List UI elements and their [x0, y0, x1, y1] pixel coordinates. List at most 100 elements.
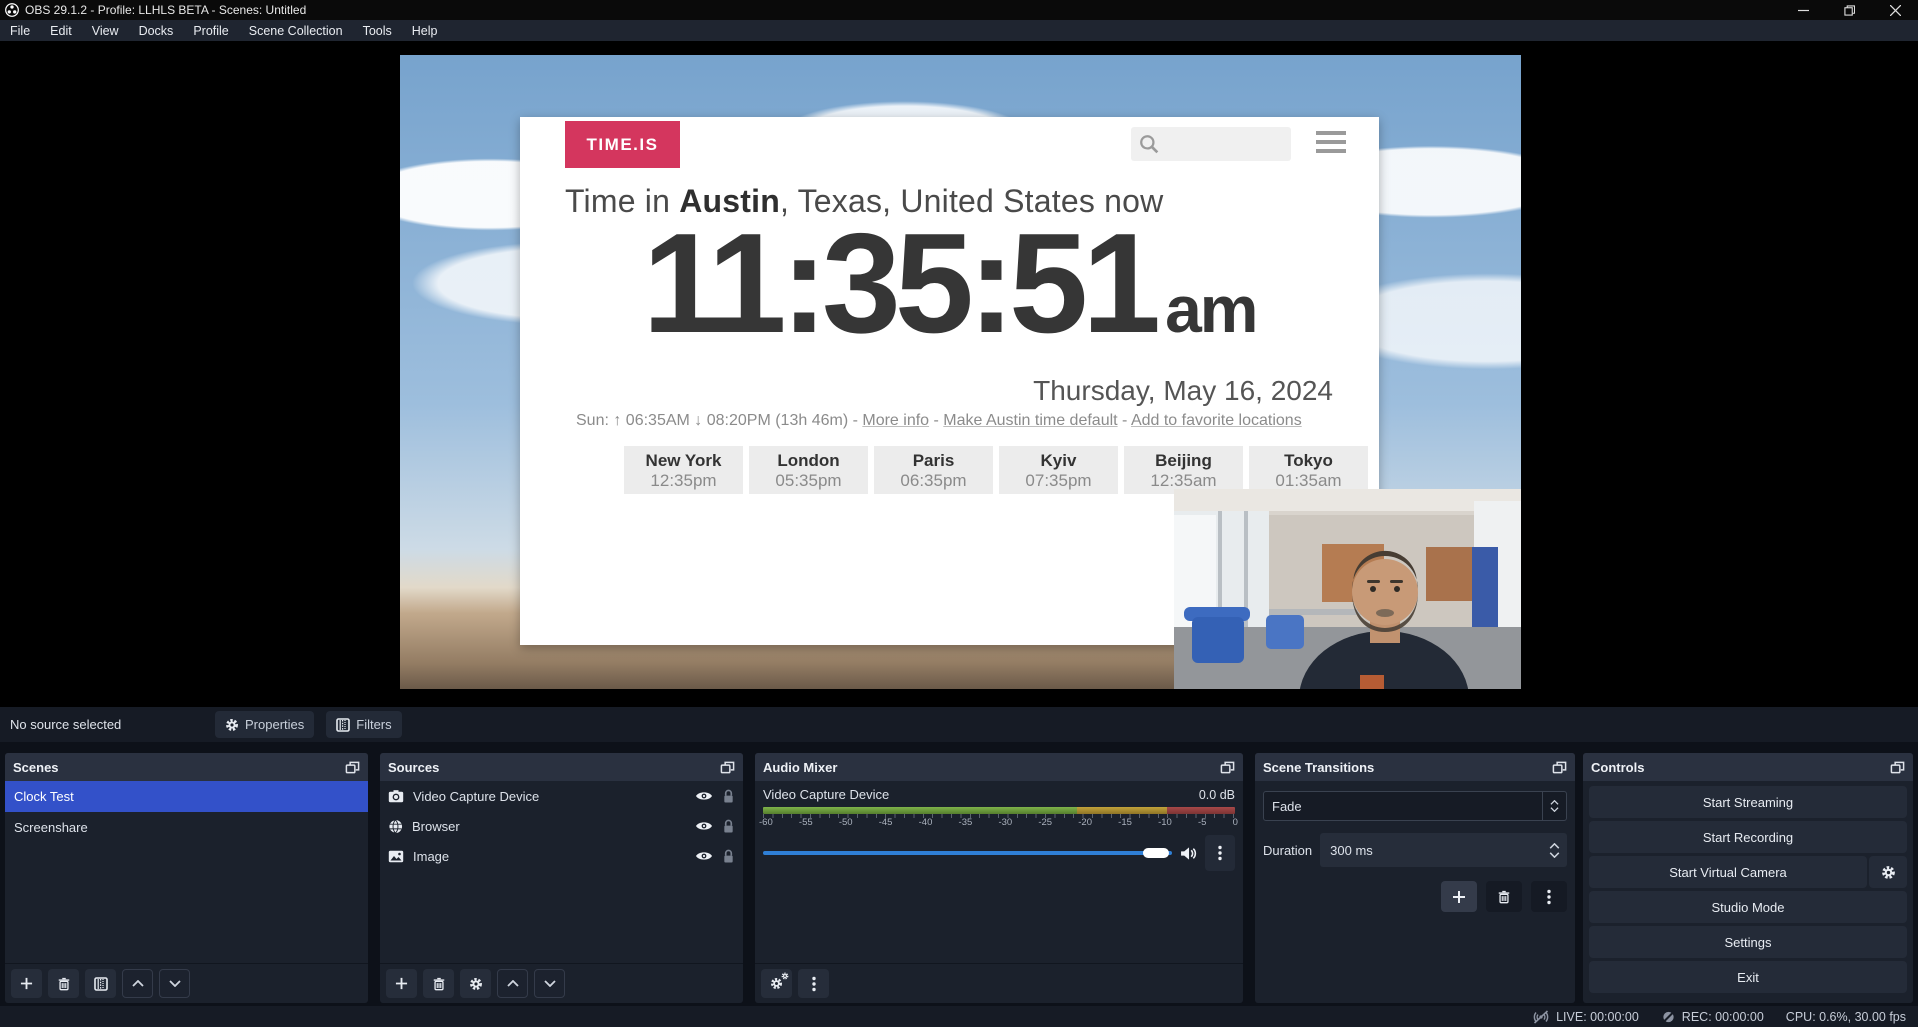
- duration-value: 300 ms: [1320, 843, 1541, 858]
- scene-item-clock-test[interactable]: Clock Test: [5, 781, 368, 812]
- menu-view[interactable]: View: [82, 20, 129, 41]
- start-virtual-camera-button[interactable]: Start Virtual Camera: [1589, 856, 1867, 888]
- gear-icon: [225, 718, 239, 732]
- city-card: Tokyo01:35am: [1249, 446, 1368, 494]
- start-recording-button[interactable]: Start Recording: [1589, 821, 1907, 853]
- visibility-eye-icon[interactable]: [695, 820, 713, 832]
- timeis-clock: 11:35:51 am: [520, 213, 1379, 355]
- mixer-options-button[interactable]: [798, 969, 829, 998]
- menu-file[interactable]: File: [0, 20, 40, 41]
- preview-area: TIME.IS Time in Austin, Texas, United St…: [0, 41, 1918, 707]
- menu-tools[interactable]: Tools: [353, 20, 402, 41]
- transition-options-button[interactable]: [1531, 881, 1567, 912]
- city-card: Paris06:35pm: [874, 446, 993, 494]
- dropdown-chevrons-icon: [1542, 792, 1566, 820]
- hamburger-menu-icon: [1316, 131, 1346, 153]
- popout-icon[interactable]: [1552, 760, 1567, 775]
- settings-button[interactable]: Settings: [1589, 926, 1907, 958]
- popout-icon[interactable]: [720, 760, 735, 775]
- speaker-icon[interactable]: [1180, 846, 1197, 861]
- timeis-logo: TIME.IS: [565, 121, 680, 168]
- more-info-link: More info: [862, 412, 929, 429]
- menu-edit[interactable]: Edit: [40, 20, 82, 41]
- start-streaming-button[interactable]: Start Streaming: [1589, 786, 1907, 818]
- source-row-image[interactable]: Image: [380, 841, 743, 871]
- preview-canvas[interactable]: TIME.IS Time in Austin, Texas, United St…: [400, 55, 1521, 689]
- spin-up-icon[interactable]: [1549, 843, 1560, 849]
- controls-panel-title: Controls: [1591, 760, 1644, 775]
- city-card: London05:35pm: [749, 446, 868, 494]
- meter-scale: -60-55-50-45-40-35-30-25-20-15-10-50: [763, 814, 1235, 829]
- menu-profile[interactable]: Profile: [183, 20, 238, 41]
- channel-options-button[interactable]: [1205, 835, 1235, 871]
- source-row-browser[interactable]: Browser: [380, 811, 743, 841]
- duration-spinbox[interactable]: 300 ms: [1320, 833, 1567, 867]
- selected-source-toolbar: No source selected Properties Filters: [0, 707, 1918, 742]
- menu-scene-collection[interactable]: Scene Collection: [239, 20, 353, 41]
- remove-transition-button[interactable]: [1486, 881, 1522, 912]
- image-icon: [388, 850, 404, 863]
- timeis-city-times: New York12:35pm London05:35pm Paris06:35…: [624, 446, 1368, 494]
- visibility-eye-icon[interactable]: [695, 790, 713, 802]
- mixer-channel-name: Video Capture Device: [763, 787, 889, 802]
- exit-button[interactable]: Exit: [1589, 961, 1907, 993]
- add-source-button[interactable]: [386, 969, 417, 998]
- popout-icon[interactable]: [1890, 760, 1905, 775]
- spin-down-icon[interactable]: [1549, 852, 1560, 858]
- menu-help[interactable]: Help: [402, 20, 448, 41]
- close-button[interactable]: [1872, 0, 1918, 20]
- visibility-eye-icon[interactable]: [695, 850, 713, 862]
- no-source-status: No source selected: [10, 717, 215, 732]
- scenes-panel-title: Scenes: [13, 760, 59, 775]
- popout-icon[interactable]: [345, 760, 360, 775]
- restore-button[interactable]: [1826, 0, 1872, 20]
- volume-slider-handle[interactable]: [1143, 848, 1169, 858]
- minimize-button[interactable]: [1780, 0, 1826, 20]
- source-row-video-capture[interactable]: Video Capture Device: [380, 781, 743, 811]
- scene-item-screenshare[interactable]: Screenshare: [5, 812, 368, 843]
- controls-panel: Controls Start Streaming Start Recording…: [1583, 753, 1913, 1003]
- timeis-date: Thursday, May 16, 2024: [1033, 375, 1333, 407]
- scene-move-down-button[interactable]: [159, 969, 190, 998]
- popout-icon[interactable]: [1220, 760, 1235, 775]
- lock-icon[interactable]: [722, 849, 735, 864]
- volume-slider[interactable]: [763, 842, 1172, 864]
- window-title: OBS 29.1.2 - Profile: LLHLS BETA - Scene…: [25, 3, 306, 17]
- remove-scene-button[interactable]: [48, 969, 79, 998]
- globe-icon: [388, 819, 403, 834]
- camera-icon: [388, 790, 404, 803]
- sources-panel-title: Sources: [388, 760, 439, 775]
- scenes-panel: Scenes Clock Test Screenshare: [5, 753, 368, 1003]
- clock-time: 11:35:51: [643, 213, 1156, 355]
- mixer-level-db: 0.0 dB: [1199, 788, 1235, 802]
- add-transition-button[interactable]: [1441, 881, 1477, 912]
- audio-level-meter: [763, 807, 1235, 814]
- advanced-audio-button[interactable]: [761, 969, 792, 998]
- cpu-fps-stats: CPU: 0.6%, 30.00 fps: [1786, 1010, 1906, 1024]
- source-properties-button[interactable]: [460, 969, 491, 998]
- source-move-down-button[interactable]: [534, 969, 565, 998]
- menu-docks[interactable]: Docks: [129, 20, 184, 41]
- lock-icon[interactable]: [722, 789, 735, 804]
- status-bar: LIVE: 00:00:00 REC: 00:00:00 CPU: 0.6%, …: [0, 1006, 1918, 1027]
- rec-dot-icon: [1661, 1010, 1676, 1024]
- scene-transitions-panel: Scene Transitions Fade Duration 300 ms: [1255, 753, 1575, 1003]
- title-bar: OBS 29.1.2 - Profile: LLHLS BETA - Scene…: [0, 0, 1918, 20]
- lock-icon[interactable]: [722, 819, 735, 834]
- add-scene-button[interactable]: [11, 969, 42, 998]
- rec-timer: REC: 00:00:00: [1682, 1010, 1764, 1024]
- virtual-camera-config-button[interactable]: [1869, 856, 1907, 888]
- audio-mixer-title: Audio Mixer: [763, 760, 837, 775]
- transition-dropdown[interactable]: Fade: [1263, 791, 1567, 821]
- filters-button[interactable]: Filters: [326, 711, 401, 738]
- source-move-up-button[interactable]: [497, 969, 528, 998]
- remove-source-button[interactable]: [423, 969, 454, 998]
- webcam-source: [1174, 489, 1521, 689]
- scene-move-up-button[interactable]: [122, 969, 153, 998]
- studio-mode-button[interactable]: Studio Mode: [1589, 891, 1907, 923]
- add-favorite-link: Add to favorite locations: [1131, 412, 1302, 429]
- properties-button[interactable]: Properties: [215, 711, 314, 738]
- scene-filters-button[interactable]: [85, 969, 116, 998]
- city-card: Beijing12:35am: [1124, 446, 1243, 494]
- dock-area: Scenes Clock Test Screenshare Sources Vi…: [0, 742, 1918, 1006]
